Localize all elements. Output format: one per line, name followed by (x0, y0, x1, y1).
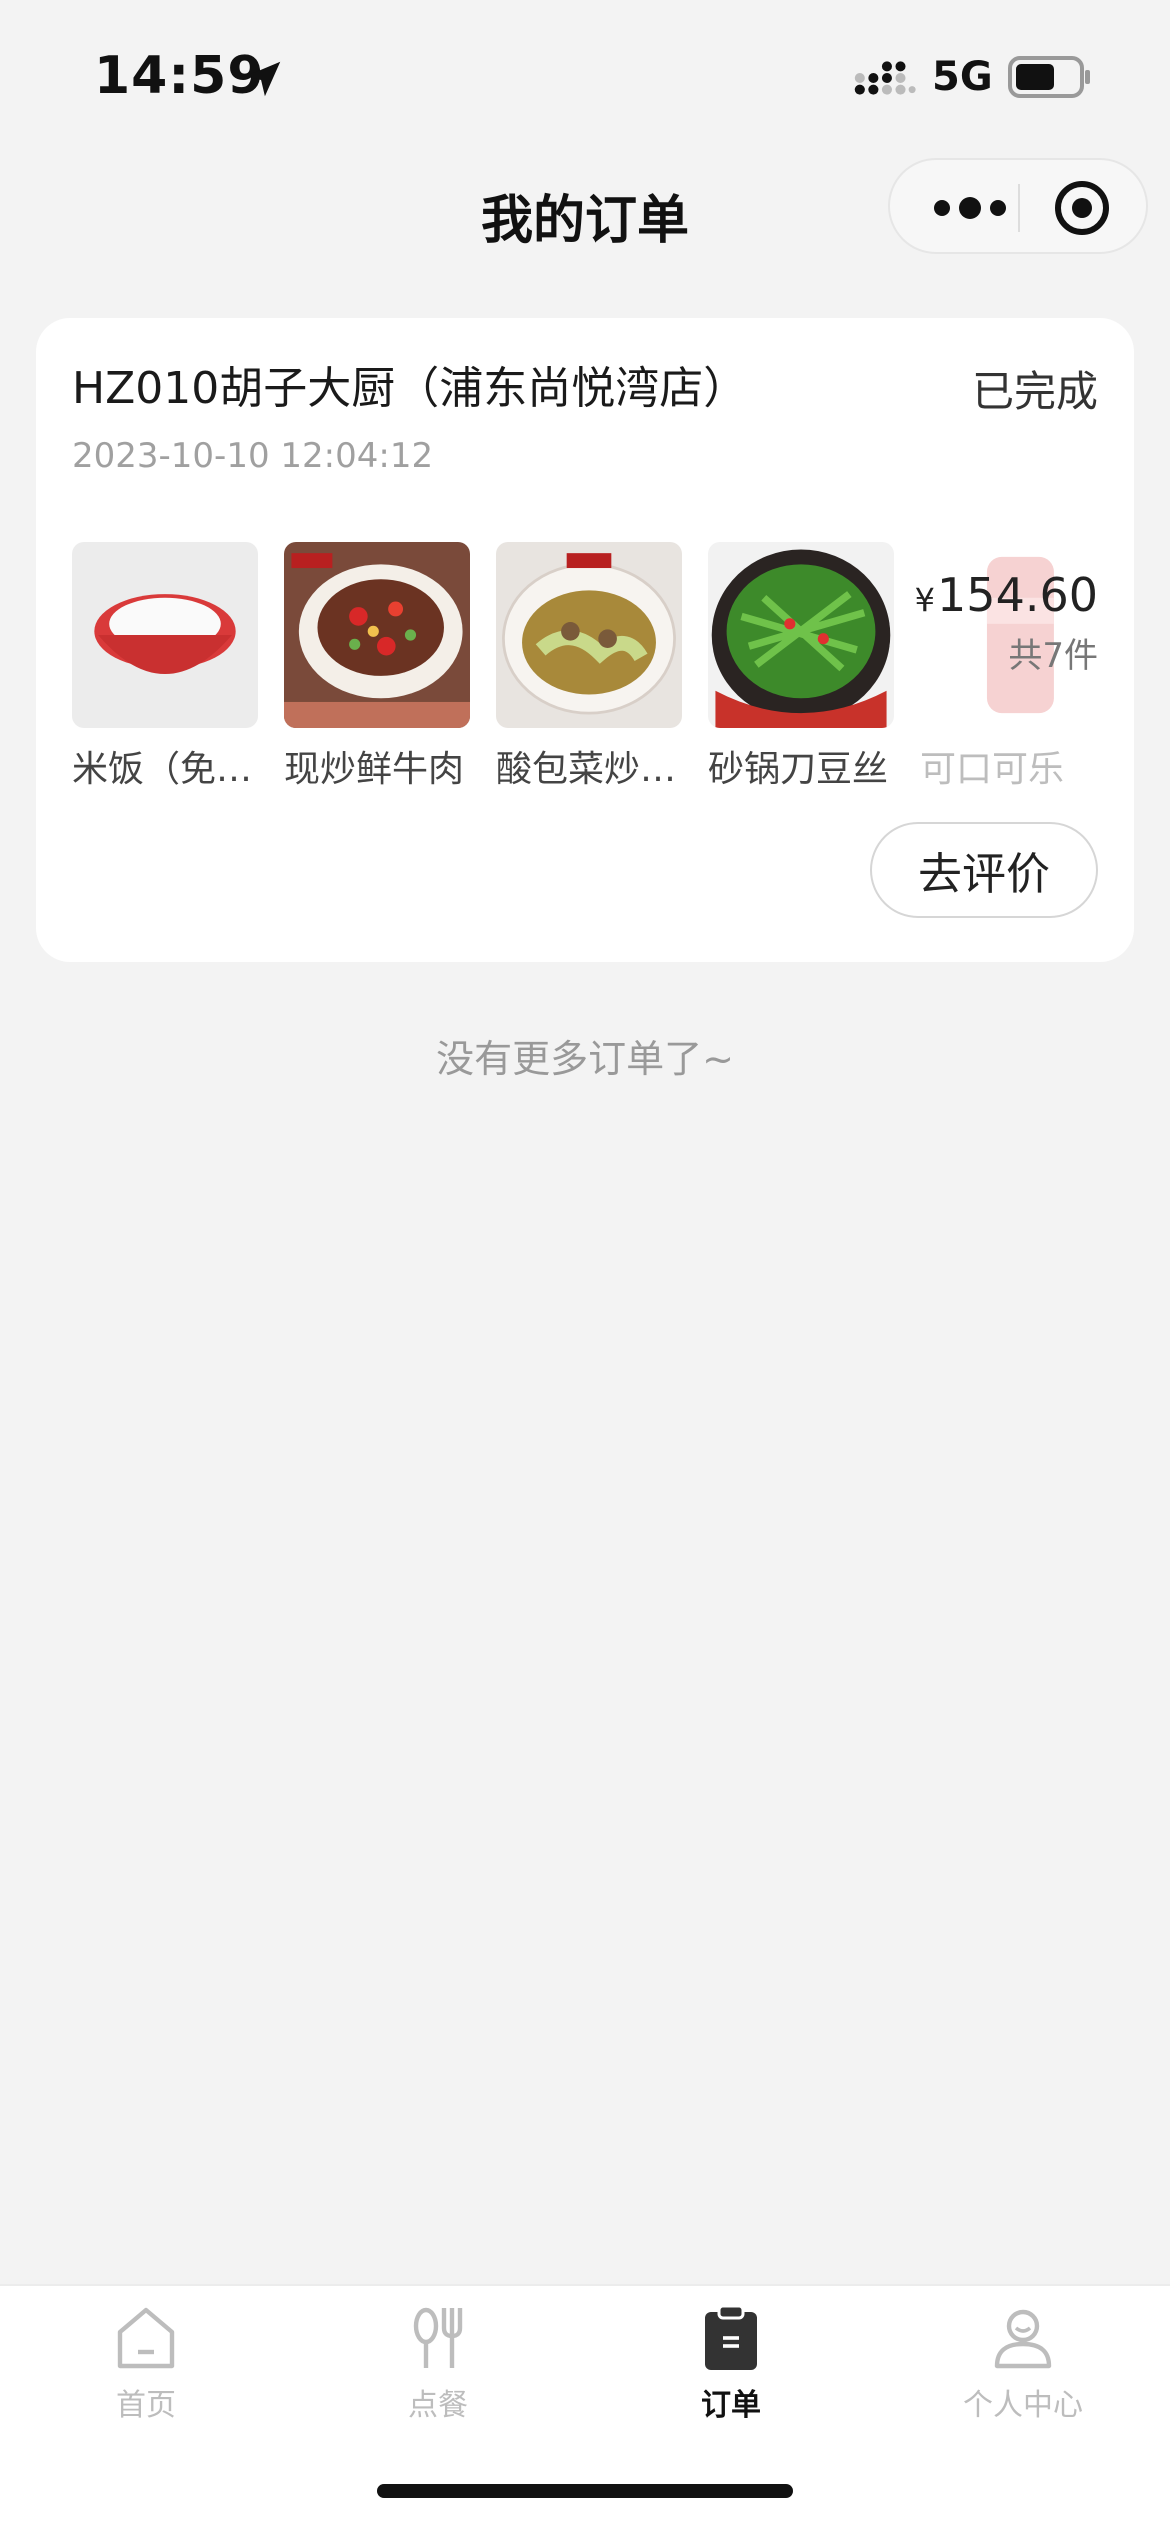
price-value: 154.60 (937, 568, 1098, 622)
tab-label: 点餐 (408, 2388, 468, 2423)
order-item: 米饭（免… (72, 542, 258, 792)
rice-bowl-icon (72, 542, 258, 728)
review-button[interactable]: 去评价 (870, 822, 1098, 918)
order-item: 酸包菜炒… (496, 542, 682, 792)
stir-fried-beef-icon (284, 542, 470, 728)
order-datetime: 2023-10-10 12:04:12 (72, 436, 434, 476)
tab-label: 首页 (116, 2388, 176, 2423)
order-item: 现炒鲜牛肉 (284, 542, 470, 792)
utensils-icon (413, 2307, 463, 2368)
no-more-orders-text: 没有更多订单了~ (436, 1037, 734, 1081)
order-item-name: 米饭（免… (72, 749, 253, 790)
capsule-divider (1018, 184, 1020, 232)
location-arrow-icon (245, 61, 281, 97)
more-icon[interactable] (930, 188, 1010, 228)
order-card[interactable]: HZ010胡子大厨（浦东尚悦湾店） 已完成 2023-10-10 12:04:1… (36, 318, 1134, 962)
order-item: 砂锅刀豆丝 (708, 542, 894, 792)
order-status: 已完成 (971, 367, 1098, 416)
status-time: 14:59 (94, 46, 265, 106)
order-item-name: 酸包菜炒… (496, 749, 677, 790)
order-total: ¥154.60 共7件 (915, 568, 1098, 677)
mini-program-capsule (888, 158, 1148, 254)
tab-label: 个人中心 (963, 2388, 1083, 2423)
battery-icon (1008, 56, 1090, 98)
order-item-name: 砂锅刀豆丝 (708, 749, 889, 790)
tab-label: 订单 (701, 2388, 761, 2423)
item-count: 共7件 (1008, 636, 1098, 676)
tab-home[interactable]: 首页 (0, 2302, 292, 2424)
tab-orders[interactable]: 订单 (585, 2302, 877, 2424)
status-bar: 14:59 5G (0, 0, 1170, 150)
order-item-name: 现炒鲜牛肉 (284, 749, 465, 790)
store-name: HZ010胡子大厨（浦东尚悦湾店） (72, 363, 748, 414)
home-indicator[interactable] (377, 2484, 793, 2498)
tab-profile[interactable]: 个人中心 (877, 2302, 1169, 2424)
sour-cabbage-dish-icon (496, 542, 682, 728)
order-clipboard-icon (705, 2304, 757, 2370)
order-price: ¥154.60 (915, 568, 1098, 622)
close-miniprogram-icon[interactable] (1054, 180, 1110, 236)
signal-icon (854, 61, 916, 95)
user-icon (994, 2309, 1052, 2369)
currency-symbol: ¥ (914, 581, 936, 619)
network-type: 5G (932, 54, 993, 100)
tab-order-food[interactable]: 点餐 (292, 2302, 584, 2424)
home-icon (117, 2307, 175, 2369)
order-item-name: 可口可乐 (920, 749, 1065, 790)
green-beans-claypot-icon (708, 542, 894, 728)
